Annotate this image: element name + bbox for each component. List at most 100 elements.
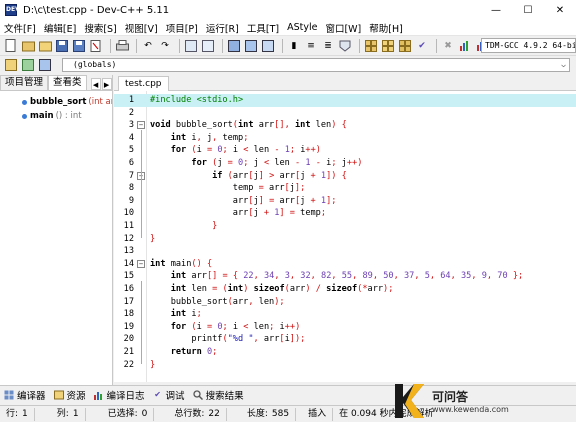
stop-icon[interactable]: ✖: [441, 39, 455, 53]
close-button[interactable]: ✕: [544, 0, 576, 20]
code-line[interactable]: 4 int i, j, temp;: [114, 132, 576, 145]
menu-run[interactable]: 运行[R]: [202, 21, 243, 35]
undo-icon[interactable]: ↶: [141, 39, 155, 53]
chart-icon: [93, 390, 104, 400]
tab-search-results[interactable]: 搜索结果: [192, 388, 244, 402]
check-syntax-icon[interactable]: ✔: [415, 39, 429, 53]
bookmark-icon[interactable]: ▮: [287, 39, 301, 53]
code-line[interactable]: 11 }: [114, 220, 576, 233]
title-bar: DEV D:\c\test.cpp - Dev-C++ 5.11 — ☐ ✕: [0, 0, 576, 20]
line-number: 4: [128, 132, 134, 143]
class-browser-icon[interactable]: [398, 39, 412, 53]
tab-test-cpp[interactable]: test.cpp: [118, 76, 169, 91]
menu-search[interactable]: 搜索[S]: [80, 21, 120, 35]
print-icon[interactable]: [115, 39, 129, 53]
save-all-icon[interactable]: [72, 39, 86, 53]
new-class-icon[interactable]: [364, 39, 378, 53]
code-line[interactable]: 9 arr[j] = arr[j + 1];: [114, 195, 576, 208]
run-icon[interactable]: [244, 39, 258, 53]
code-editor[interactable]: 1 #include <stdio.h> 2 3− void bubble_sort(i…: [114, 91, 576, 382]
line-number: 3: [128, 120, 134, 131]
code-line[interactable]: 5 for (i = 0; i < len - 1; i++): [114, 144, 576, 157]
tab-compiler[interactable]: 编译器: [4, 388, 46, 402]
close-file-icon[interactable]: [89, 39, 103, 53]
menu-help[interactable]: 帮助[H]: [365, 21, 407, 35]
code-line[interactable]: 22}: [114, 359, 576, 372]
code-text: bubble_sort(arr, len);: [150, 296, 285, 307]
code-text: int arr[] = { 22, 34, 3, 32, 82, 55, 89,…: [170, 271, 524, 282]
unindent-icon[interactable]: ≣: [321, 39, 335, 53]
code-line[interactable]: 18 int i;: [114, 308, 576, 321]
profile-icon[interactable]: [458, 39, 472, 53]
code-line[interactable]: 21 return 0;: [114, 346, 576, 359]
code-line[interactable]: 10 arr[j + 1] = temp;: [114, 207, 576, 220]
code-line[interactable]: 7− if (arr[j] > arr[j + 1]) {: [114, 170, 576, 183]
code-line[interactable]: 12}: [114, 233, 576, 246]
code-line[interactable]: 1 #include <stdio.h>: [114, 94, 576, 107]
maximize-button[interactable]: ☐: [512, 0, 544, 20]
redo-icon[interactable]: ↷: [158, 39, 172, 53]
app-icon: DEV: [5, 4, 20, 16]
minimize-button[interactable]: —: [480, 0, 512, 20]
tab-project-manager[interactable]: 项目管理: [0, 75, 49, 90]
menu-edit[interactable]: 编辑[E]: [40, 21, 80, 35]
check-icon: ✔: [154, 390, 161, 399]
toolbar-separator: [136, 38, 137, 53]
fold-toggle-icon[interactable]: −: [137, 259, 145, 268]
tab-class-view[interactable]: 查看类: [48, 75, 87, 90]
line-number: 18: [123, 309, 134, 320]
open-project-icon[interactable]: [21, 39, 35, 53]
class-tree-item[interactable]: bubble_sort (int arr[], int len) : void: [0, 96, 112, 108]
new-file-icon[interactable]: [4, 39, 18, 53]
menu-tools[interactable]: 工具[T]: [243, 21, 283, 35]
code-line[interactable]: 2: [114, 107, 576, 120]
watermark-name: 可问答: [432, 389, 469, 404]
open-file-icon[interactable]: [38, 39, 52, 53]
line-number: 5: [128, 145, 134, 156]
menu-window[interactable]: 窗口[W]: [321, 21, 365, 35]
code-line[interactable]: 8 temp = arr[j];: [114, 182, 576, 195]
tab-resources[interactable]: 资源: [53, 388, 86, 402]
fold-toggle-icon[interactable]: −: [137, 121, 145, 130]
tab-scroll-right-icon[interactable]: ▶: [101, 78, 112, 90]
tab-scroll-left-icon[interactable]: ◀: [90, 78, 101, 90]
compile-icon[interactable]: [227, 39, 241, 53]
toggle-comment-icon[interactable]: [338, 39, 352, 53]
class-tree-item[interactable]: main () : int: [0, 110, 112, 122]
line-number: 2: [128, 107, 134, 118]
tab-debug[interactable]: ✔ 调试: [153, 388, 184, 402]
menu-project[interactable]: 项目[P]: [162, 21, 202, 35]
project-options-icon[interactable]: [381, 39, 395, 53]
find-icon[interactable]: [184, 39, 198, 53]
menu-file[interactable]: 文件[F]: [0, 21, 40, 35]
menu-view[interactable]: 视图[V]: [121, 21, 162, 35]
toolbar-separator: [179, 38, 180, 53]
code-text: if (arr[j] > arr[j + 1]) {: [212, 170, 347, 181]
compile-run-icon[interactable]: [261, 39, 275, 53]
code-line[interactable]: 16 int len = (int) sizeof(arr) / sizeof(…: [114, 283, 576, 296]
indent-icon[interactable]: ≡: [304, 39, 318, 53]
tab-compile-log[interactable]: 编译日志: [93, 388, 145, 402]
scope-select[interactable]: (globals) ⌵: [62, 58, 570, 72]
editor-tab-bar: test.cpp: [114, 75, 576, 91]
code-line[interactable]: 13: [114, 245, 576, 258]
line-number: 12: [123, 233, 134, 244]
save-icon[interactable]: [55, 39, 69, 53]
code-line[interactable]: 15 int arr[] = { 22, 34, 3, 32, 82, 55, …: [114, 270, 576, 283]
code-line[interactable]: 3− void bubble_sort(int arr[], int len) {: [114, 119, 576, 132]
code-line[interactable]: 14− int main() {: [114, 258, 576, 271]
toggle-bookmark-icon[interactable]: [38, 58, 52, 72]
code-text: arr[j + 1] = temp;: [150, 208, 327, 219]
chevron-down-icon: ⌵: [561, 60, 566, 69]
code-line[interactable]: 17 bubble_sort(arr, len);: [114, 296, 576, 309]
goto-icon[interactable]: [4, 58, 18, 72]
menu-astyle[interactable]: AStyle: [283, 22, 321, 33]
line-number: 10: [123, 208, 134, 219]
insert-icon[interactable]: [21, 58, 35, 72]
search-icon: [192, 389, 203, 400]
replace-icon[interactable]: [201, 39, 215, 53]
code-line[interactable]: 6 for (j = 0; j < len - 1 - i; j++): [114, 157, 576, 170]
code-line[interactable]: 20 printf("%d ", arr[i]);: [114, 333, 576, 346]
code-line[interactable]: 19 for (i = 0; i < len; i++): [114, 321, 576, 334]
compiler-select[interactable]: TDM-GCC 4.9.2 64-bit Release: [481, 38, 576, 53]
